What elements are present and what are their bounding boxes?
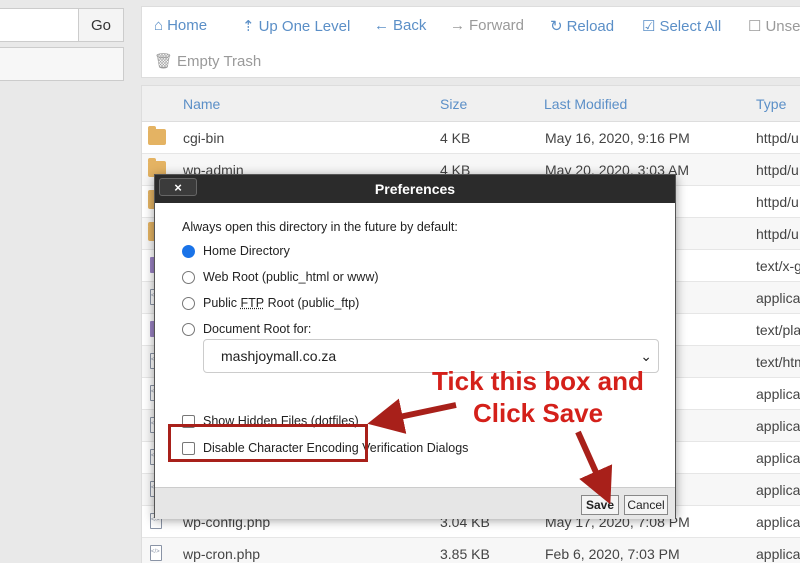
cell-size: 4 KB xyxy=(440,130,471,146)
toolbar: ⌂ Home ⇡ Up One Level ← Back → Forward ↻… xyxy=(141,6,800,78)
annotation-text-line1: Tick this box and xyxy=(432,366,644,396)
radio-icon[interactable] xyxy=(182,296,195,310)
cell-type: applica xyxy=(756,386,800,402)
checkbox-checked-icon: ☑ xyxy=(642,18,656,35)
cell-type: httpd/u xyxy=(756,162,799,178)
checkbox-empty-icon: ☐ xyxy=(748,18,762,35)
table-row[interactable]: wp-cron.php 3.85 KB Feb 6, 2020, 7:03 PM ap… xyxy=(142,538,800,563)
go-button[interactable]: Go xyxy=(78,8,124,42)
cell-type: applica xyxy=(756,514,800,530)
up-arrow-icon: ⇡ xyxy=(242,18,255,35)
forward-button[interactable]: → Forward xyxy=(450,17,524,34)
cell-type: httpd/u xyxy=(756,130,799,146)
folder-icon xyxy=(148,126,166,145)
cell-type: applica xyxy=(756,482,800,498)
cell-size: 3.85 KB xyxy=(440,546,490,562)
table-header: Name Size Last Modified Type xyxy=(142,86,800,122)
save-button[interactable]: Save xyxy=(581,495,619,515)
up-one-level-button[interactable]: ⇡ Up One Level xyxy=(242,17,350,36)
code-file-icon xyxy=(150,545,162,561)
cell-type: applica xyxy=(756,546,800,562)
chevron-down-icon: ⌄ xyxy=(640,348,652,364)
dialog-header: × Preferences xyxy=(155,175,675,203)
cell-name: cgi-bin xyxy=(183,130,225,146)
reload-button[interactable]: ↻ Reload xyxy=(550,17,614,36)
path-input[interactable] xyxy=(0,8,78,42)
select-all-button[interactable]: ☑ Select All xyxy=(642,17,721,36)
trash-icon: 🗑 xyxy=(154,53,174,70)
tree-box[interactable] xyxy=(0,47,124,81)
dialog-body: Always open this directory in the future… xyxy=(155,203,675,487)
intro-text: Always open this directory in the future… xyxy=(182,220,458,234)
dialog-footer: Save Cancel xyxy=(155,487,675,519)
column-size[interactable]: Size xyxy=(440,96,467,112)
preferences-dialog: × Preferences Always open this directory… xyxy=(154,174,676,519)
table-row[interactable]: cgi-bin 4 KB May 16, 2020, 9:16 PM httpd/u xyxy=(142,122,800,154)
cell-type: text/x-g xyxy=(756,258,800,274)
dialog-title: Preferences xyxy=(374,181,456,197)
radio-selected-icon[interactable] xyxy=(182,244,195,258)
column-name[interactable]: Name xyxy=(183,96,220,112)
back-button[interactable]: ← Back xyxy=(374,17,426,34)
radio-web-root[interactable]: Web Root (public_html or www) xyxy=(182,270,379,284)
close-button[interactable]: × xyxy=(159,178,197,196)
cell-type: applica xyxy=(756,418,800,434)
empty-trash-button[interactable]: 🗑 Empty Trash xyxy=(154,52,261,71)
unselect-all-button[interactable]: ☐ Unse xyxy=(748,17,800,36)
reload-icon: ↻ xyxy=(550,18,563,35)
home-icon: ⌂ xyxy=(154,17,164,34)
left-panel: Go xyxy=(0,0,138,563)
radio-public-ftp-root[interactable]: Public FTP Root (public_ftp) xyxy=(182,296,359,310)
cell-name: wp-cron.php xyxy=(183,546,261,562)
cell-last-modified: Feb 6, 2020, 7:03 PM xyxy=(545,546,680,562)
cell-type: httpd/u xyxy=(756,194,799,210)
arrow-right-icon: → xyxy=(450,17,465,34)
cell-type: httpd/u xyxy=(756,226,799,242)
cell-type: text/pla xyxy=(756,322,800,338)
radio-document-root[interactable]: Document Root for: xyxy=(182,322,311,336)
cell-type: text/htm xyxy=(756,354,800,370)
cell-last-modified: May 16, 2020, 9:16 PM xyxy=(545,130,690,146)
annotation-highlight-box xyxy=(168,424,368,462)
radio-home-directory[interactable]: Home Directory xyxy=(182,244,290,258)
column-last-modified[interactable]: Last Modified xyxy=(544,96,627,112)
radio-icon[interactable] xyxy=(182,322,195,336)
cell-type: applica xyxy=(756,290,800,306)
column-type[interactable]: Type xyxy=(756,96,786,112)
radio-icon[interactable] xyxy=(182,270,195,284)
cancel-button[interactable]: Cancel xyxy=(624,495,668,515)
annotation-text-line2: Click Save xyxy=(473,398,604,428)
arrow-left-icon: ← xyxy=(374,17,389,34)
cell-type: applica xyxy=(756,450,800,466)
home-button[interactable]: ⌂ Home xyxy=(154,17,207,34)
